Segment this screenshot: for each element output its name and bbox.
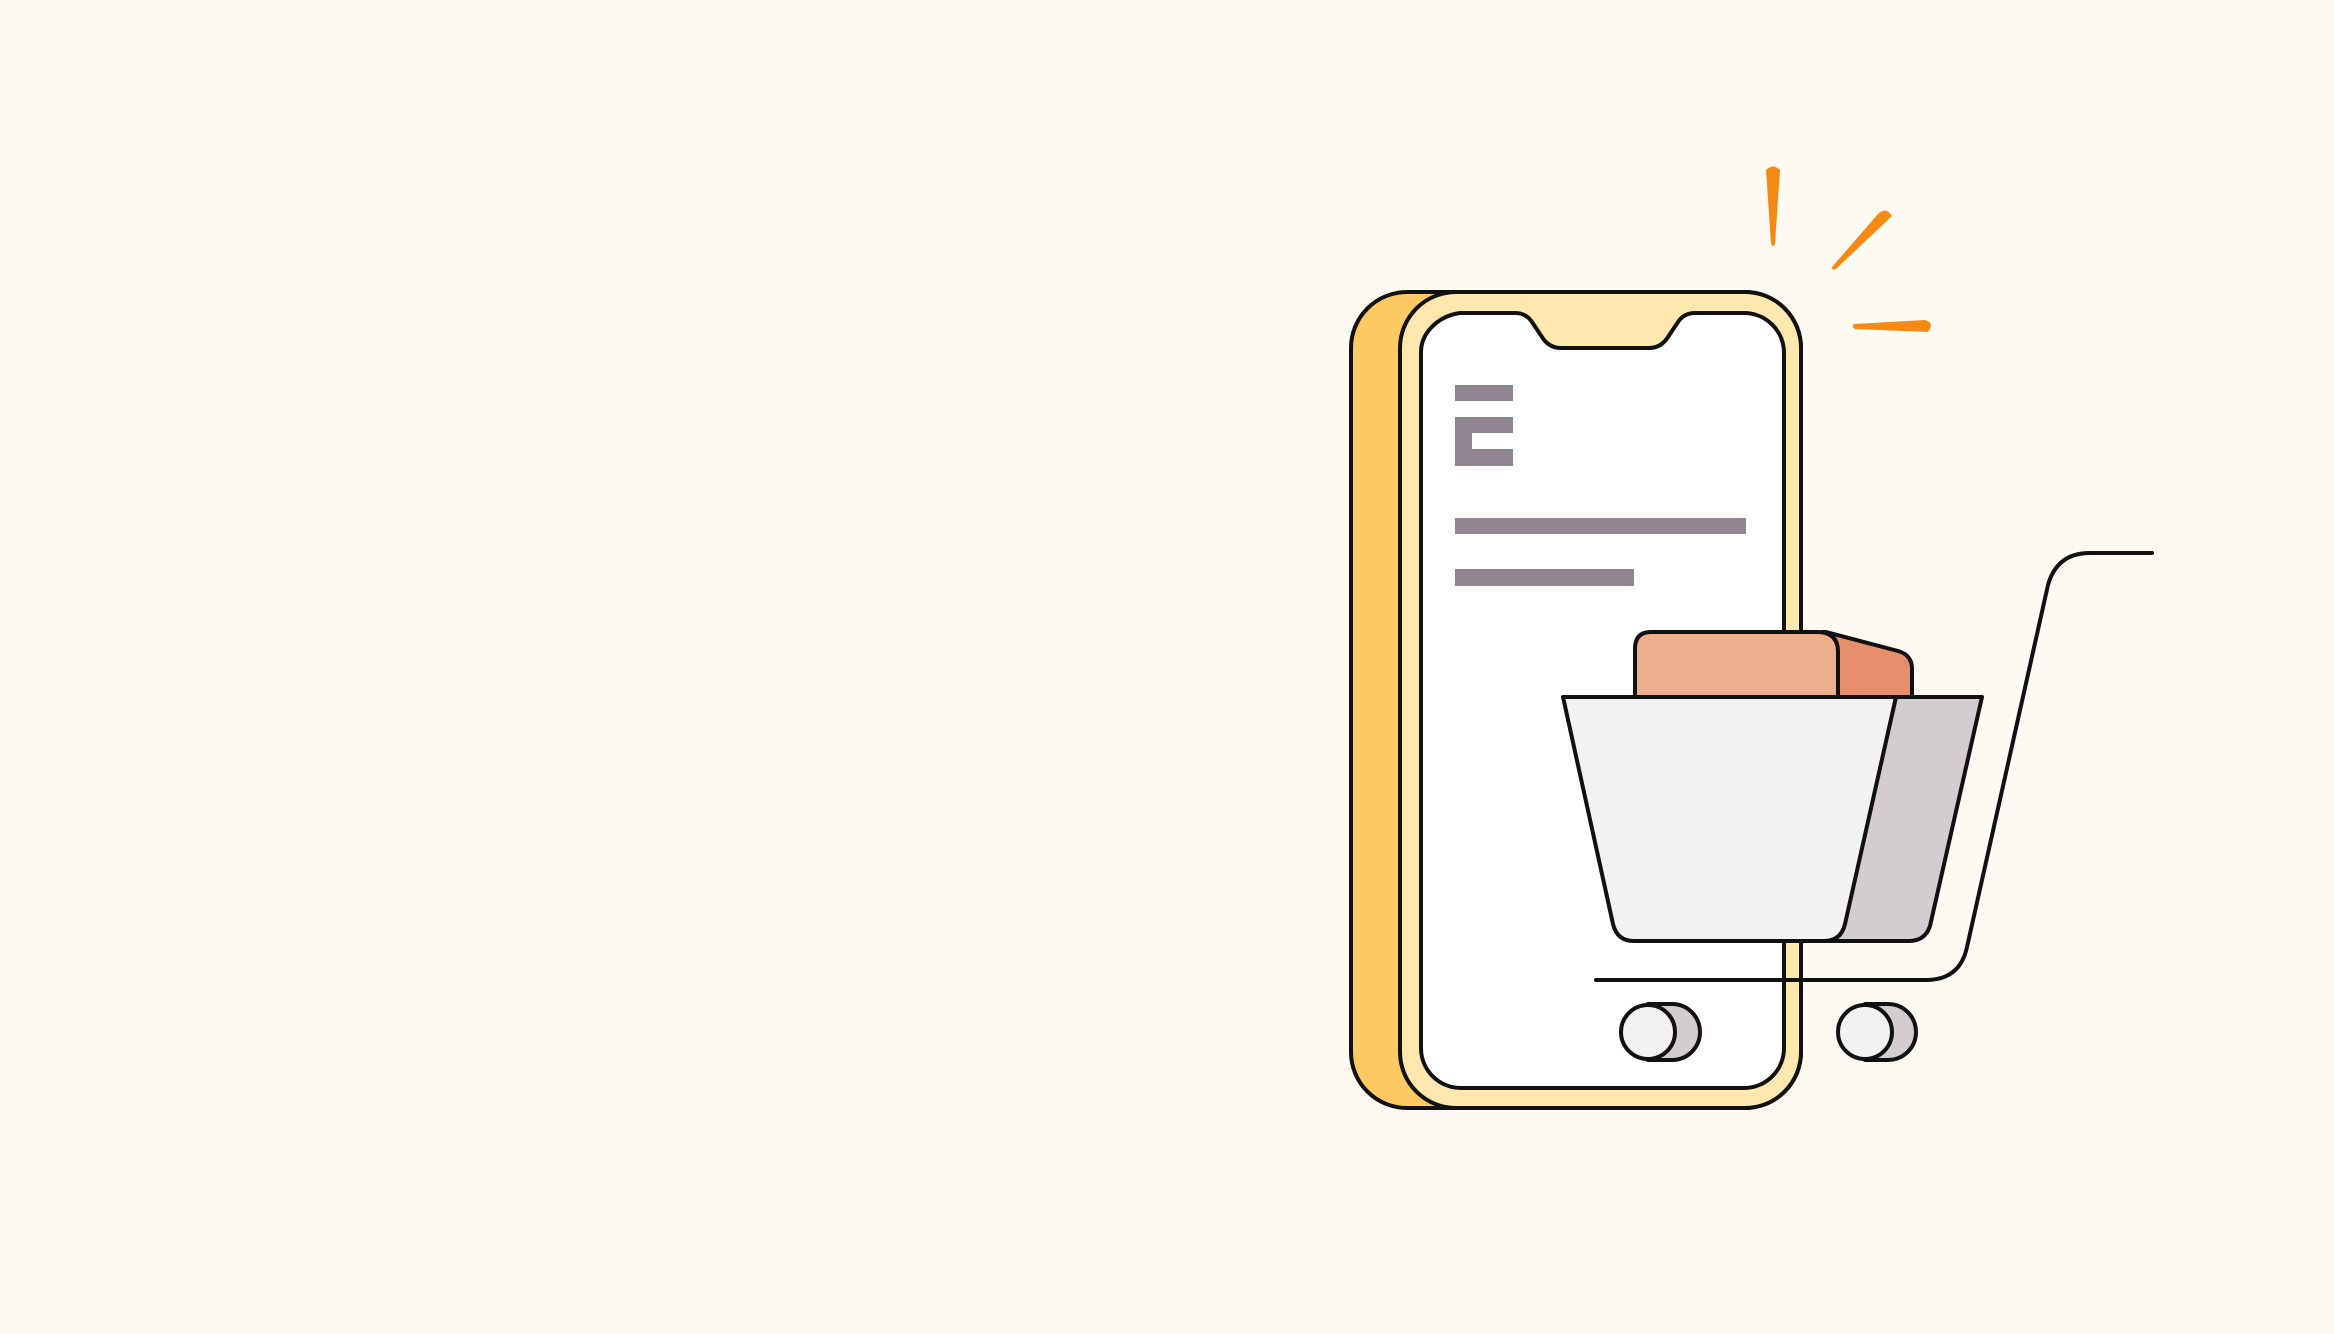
illustration-stage	[0, 0, 2334, 1334]
wheel-left	[1619, 1003, 1677, 1061]
screen-subline-bar	[1455, 569, 1634, 586]
spark-icon	[1766, 166, 1931, 332]
screen-logo-bar-top	[1455, 385, 1513, 401]
package-front	[1633, 630, 1840, 702]
basket-front	[1561, 695, 1898, 943]
wheel-right	[1836, 1003, 1894, 1061]
spark-diagonal	[1832, 210, 1892, 270]
cart-wheel-left	[1619, 1002, 1702, 1062]
cart-wheel-right	[1836, 1002, 1918, 1062]
mobile-shopping-illustration	[1349, 166, 2154, 1110]
screen-headline-bar	[1455, 518, 1746, 534]
spark-vertical	[1766, 166, 1780, 246]
spark-horizontal	[1852, 320, 1931, 332]
package-icon	[1633, 630, 1914, 702]
